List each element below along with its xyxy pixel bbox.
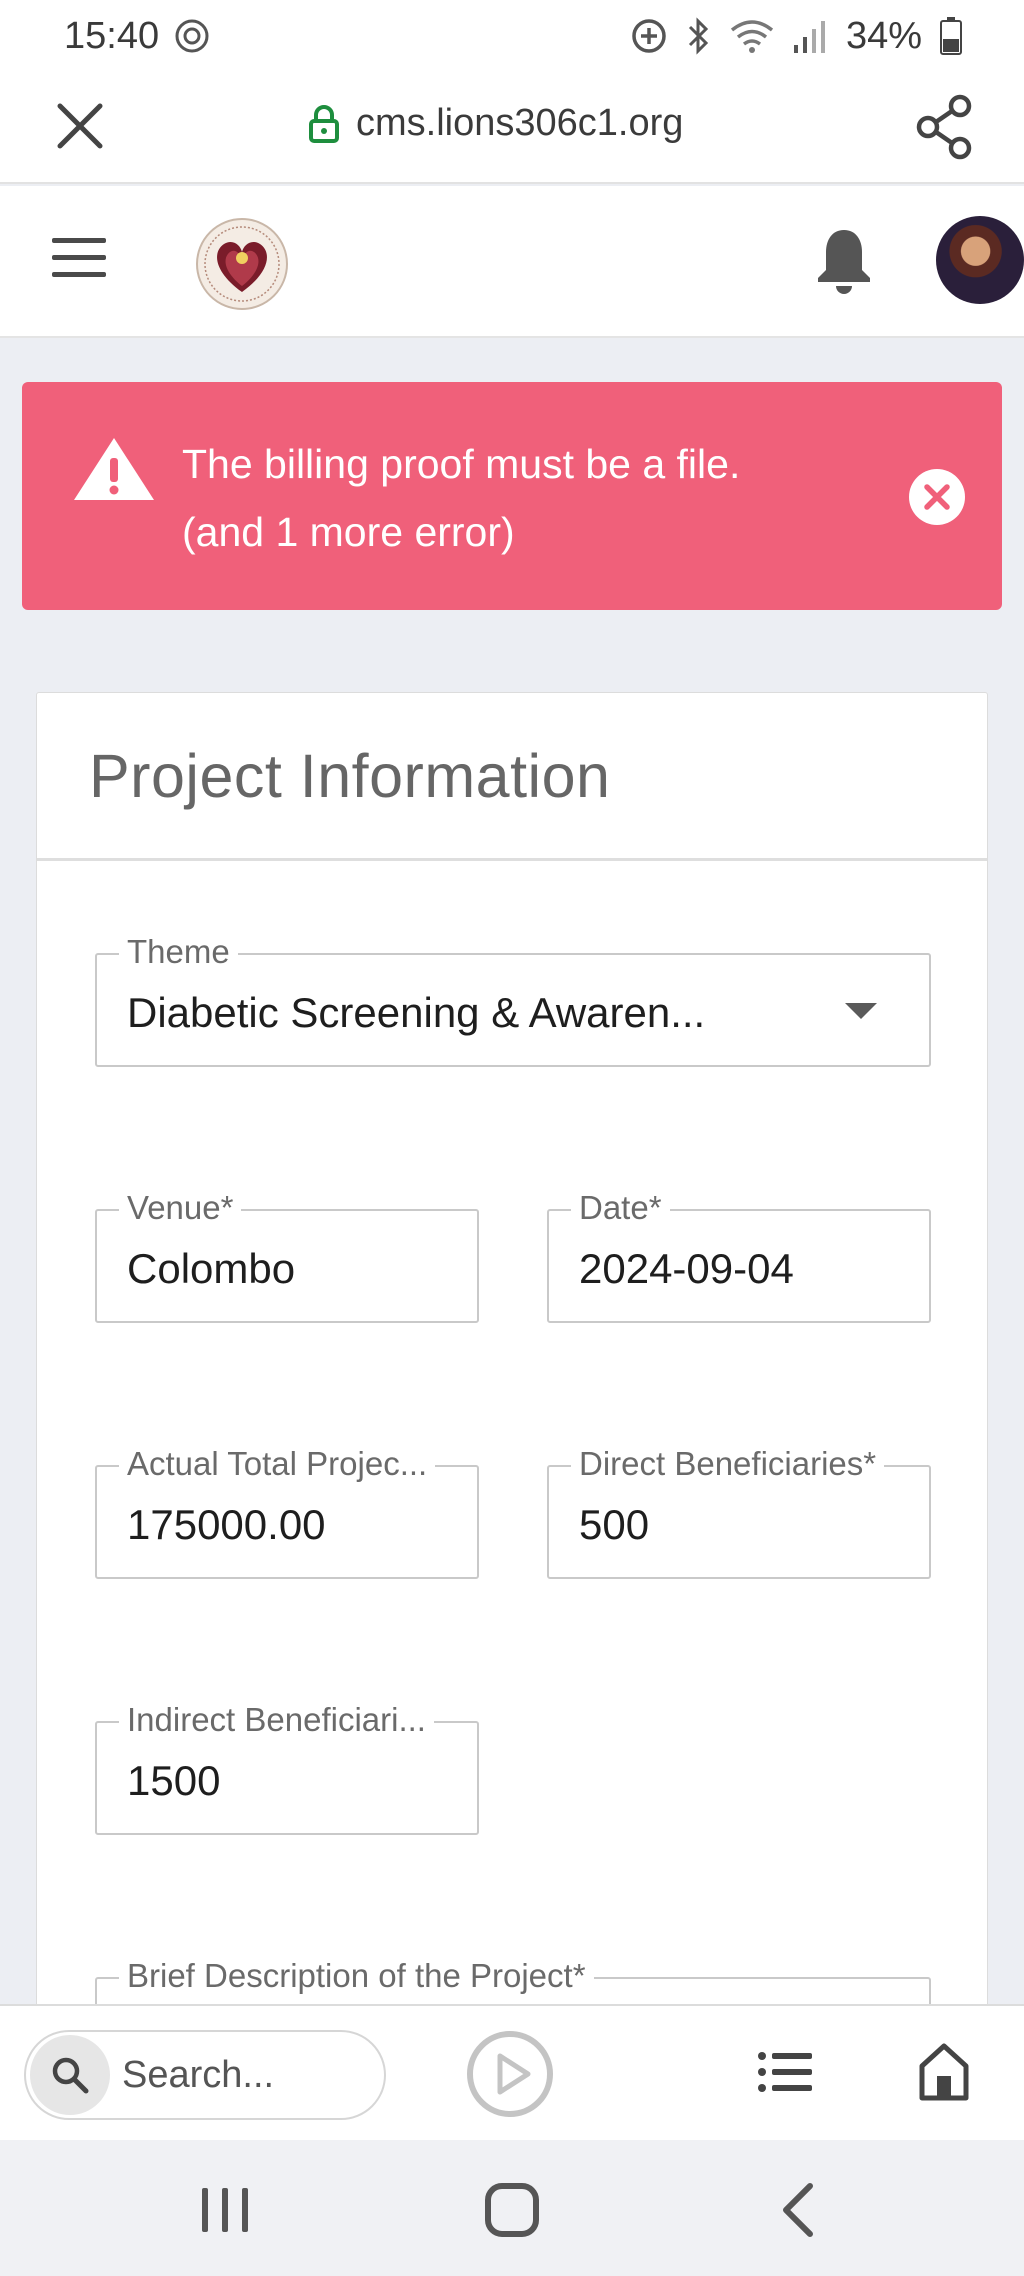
- back-icon[interactable]: [780, 2182, 816, 2238]
- lions-club-logo[interactable]: [194, 216, 290, 312]
- system-nav-bar: [0, 2140, 1024, 2276]
- indirect-beneficiaries-field[interactable]: Indirect Beneficiari... 1500: [95, 1700, 479, 1835]
- theme-value: Diabetic Screening & Awaren...: [127, 989, 706, 1036]
- battery-percent: 34%: [845, 14, 922, 57]
- battery-icon: [940, 17, 962, 55]
- status-bar: 15:40 34%: [0, 0, 1024, 72]
- bottom-toolbar: [0, 2004, 1024, 2140]
- user-avatar[interactable]: [936, 216, 1024, 304]
- status-left: 15:40: [64, 15, 211, 58]
- app-header: [0, 186, 1024, 338]
- bell-icon[interactable]: [814, 226, 874, 294]
- date-label: Date*: [571, 1188, 670, 1228]
- venue-field[interactable]: Venue* Colombo: [95, 1188, 479, 1323]
- actual-total-value: 175000.00: [127, 1501, 326, 1548]
- hamburger-menu-icon[interactable]: [52, 238, 106, 278]
- search-icon[interactable]: [30, 2035, 110, 2115]
- home-icon[interactable]: [918, 2042, 970, 2102]
- alert-line-2: (and 1 more error): [182, 509, 515, 555]
- close-icon[interactable]: [52, 98, 108, 154]
- direct-beneficiaries-value: 500: [579, 1501, 650, 1548]
- venue-label: Venue*: [119, 1188, 242, 1228]
- clock-icon: [175, 19, 209, 53]
- page-title: Project Information: [89, 741, 611, 810]
- alert-line-1: The billing proof must be a file.: [182, 441, 741, 487]
- actual-total-label: Actual Total Projec...: [119, 1444, 436, 1484]
- indirect-beneficiaries-label: Indirect Beneficiari...: [119, 1700, 434, 1740]
- search-input[interactable]: [122, 2053, 382, 2097]
- alert-message: The billing proof must be a file. (and 1…: [182, 430, 862, 566]
- direct-beneficiaries-label: Direct Beneficiaries*: [571, 1444, 885, 1484]
- project-information-card: Project Information Theme Diabetic Scree…: [36, 692, 988, 2137]
- chevron-down-icon: [845, 1003, 877, 1019]
- card-header: Project Information: [37, 693, 987, 861]
- recents-icon[interactable]: [198, 2186, 252, 2234]
- url-text: cms.lions306c1.org: [356, 102, 684, 144]
- actual-total-field[interactable]: Actual Total Projec... 175000.00: [95, 1444, 479, 1579]
- url-bar[interactable]: cms.lions306c1.org: [308, 102, 683, 145]
- list-icon[interactable]: [758, 2050, 812, 2094]
- brief-description-label: Brief Description of the Project*: [119, 1956, 594, 1996]
- theme-label: Theme: [119, 932, 238, 972]
- alert-close-icon[interactable]: [908, 468, 966, 526]
- status-time: 15:40: [64, 14, 160, 57]
- bluetooth-icon: [688, 17, 709, 55]
- wifi-icon: [730, 20, 774, 53]
- error-alert: The billing proof must be a file. (and 1…: [22, 382, 1002, 610]
- search-bar[interactable]: [24, 2030, 386, 2120]
- venue-value: Colombo: [127, 1245, 296, 1292]
- indirect-beneficiaries-value: 1500: [127, 1757, 221, 1804]
- share-icon[interactable]: [914, 94, 974, 160]
- date-value: 2024-09-04: [579, 1245, 794, 1292]
- lock-icon: [309, 104, 339, 143]
- data-saver-icon: [632, 19, 666, 53]
- browser-bar: cms.lions306c1.org: [0, 72, 1024, 184]
- status-right: 34%: [630, 15, 962, 58]
- direct-beneficiaries-field[interactable]: Direct Beneficiaries* 500: [547, 1444, 931, 1579]
- theme-select[interactable]: Theme Diabetic Screening & Awaren...: [95, 932, 931, 1067]
- warning-icon: [74, 438, 154, 500]
- date-field[interactable]: Date* 2024-09-04: [547, 1188, 931, 1323]
- nav-home-icon[interactable]: [484, 2182, 540, 2238]
- play-icon[interactable]: [466, 2030, 554, 2118]
- signal-icon: [793, 21, 825, 53]
